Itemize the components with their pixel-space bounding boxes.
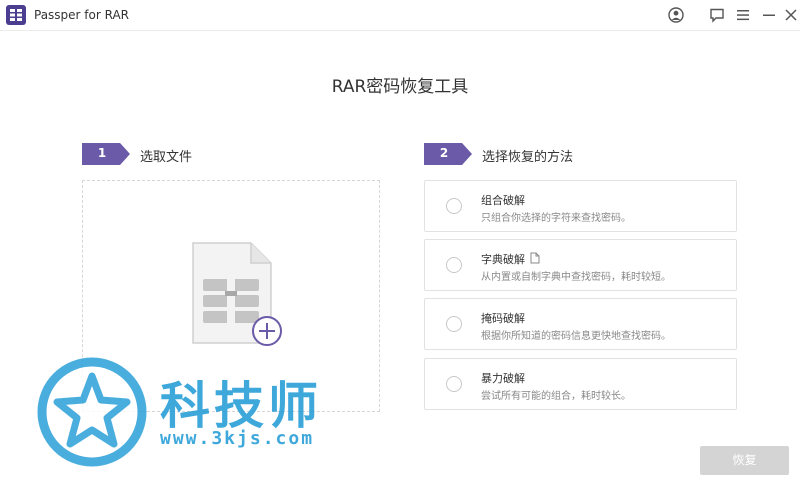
step-1-number: 1	[97, 146, 107, 160]
method-title: 掩码破解	[481, 312, 525, 325]
watermark-url: www.3kjs.com	[160, 428, 315, 449]
step-1-badge: 1	[82, 143, 130, 165]
method-radio[interactable]	[446, 316, 462, 332]
app-logo-icon	[6, 5, 26, 25]
step-2-badge: 2	[424, 143, 472, 165]
method-desc: 从内置或自制字典中查找密码，耗时较短。	[481, 272, 671, 283]
method-desc: 尝试所有可能的组合，耗时较长。	[481, 391, 631, 402]
feedback-icon[interactable]	[708, 6, 726, 24]
method-radio[interactable]	[446, 257, 462, 273]
step-2-label: 选择恢复的方法	[482, 150, 574, 165]
add-rar-file-icon[interactable]	[189, 241, 289, 351]
step-1-label: 选取文件	[140, 150, 193, 165]
minimize-icon[interactable]	[760, 6, 778, 24]
menu-icon[interactable]	[734, 6, 752, 24]
method-desc: 根据你所知道的密码信息更快地查找密码。	[481, 331, 671, 342]
method-combination[interactable]: 组合破解 只组合你选择的字符来查找密码。	[424, 180, 737, 232]
method-radio[interactable]	[446, 198, 462, 214]
step-2-number: 2	[439, 146, 449, 160]
account-icon[interactable]	[667, 6, 685, 24]
method-desc: 只组合你选择的字符来查找密码。	[481, 213, 631, 224]
method-title: 暴力破解	[481, 372, 525, 385]
page-title: RAR密码恢复工具	[331, 77, 469, 97]
recover-button[interactable]: 恢复	[700, 446, 789, 475]
method-dictionary[interactable]: 字典破解 从内置或自制字典中查找密码，耗时较短。	[424, 239, 737, 291]
app-title: Passper for RAR	[34, 8, 130, 22]
watermark-star-icon	[36, 356, 148, 468]
method-title: 组合破解	[481, 194, 525, 207]
method-title: 字典破解	[481, 253, 525, 266]
method-radio[interactable]	[446, 376, 462, 392]
title-bar: Passper for RAR	[0, 0, 800, 31]
dictionary-file-icon[interactable]	[529, 249, 541, 264]
method-brute-force[interactable]: 暴力破解 尝试所有可能的组合，耗时较长。	[424, 358, 737, 410]
method-mask[interactable]: 掩码破解 根据你所知道的密码信息更快地查找密码。	[424, 298, 737, 350]
close-icon[interactable]	[784, 6, 798, 24]
